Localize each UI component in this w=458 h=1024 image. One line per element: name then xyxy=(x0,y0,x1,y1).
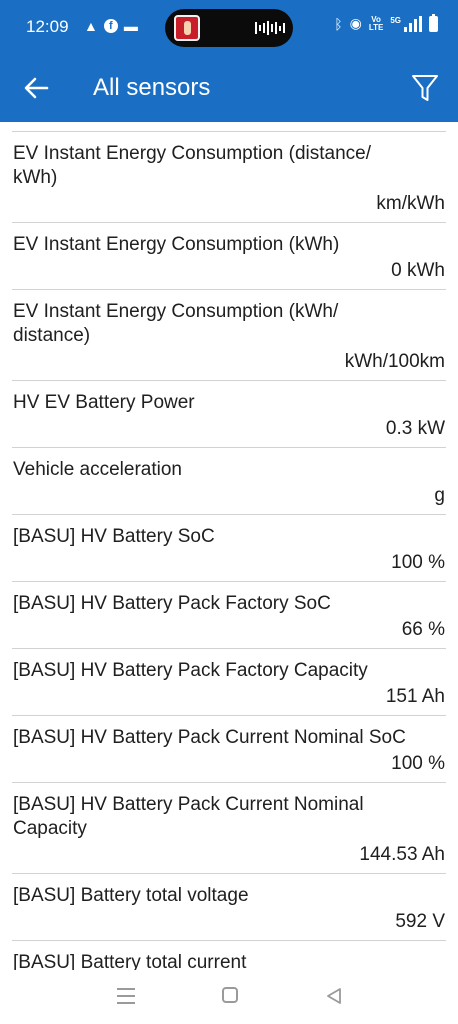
sensor-item[interactable]: Vehicle acceleration g xyxy=(0,448,458,515)
media-thumbnail xyxy=(174,15,200,41)
sensor-name: [BASU] Battery total voltage xyxy=(13,885,249,906)
sensor-name: [BASU] HV Battery SoC xyxy=(13,526,215,547)
back-button[interactable] xyxy=(325,987,343,1005)
sensor-value: 100 % xyxy=(391,753,445,774)
system-navigation-bar xyxy=(0,970,458,1024)
location-icon: ◉ xyxy=(349,15,362,31)
status-right-icons: ᛒ ◉ Vo LTE 5G xyxy=(334,13,438,32)
sensor-item[interactable]: EV Instant Energy Consumption (kWh/ dist… xyxy=(0,290,458,381)
sensor-item[interactable]: HV EV Battery Power 0.3 kW xyxy=(0,381,458,448)
sensor-value: g xyxy=(434,485,445,506)
audio-wave-icon xyxy=(255,21,285,35)
sensor-item[interactable]: [BASU] HV Battery SoC 100 % xyxy=(0,515,458,582)
battery-icon xyxy=(429,13,438,32)
sensor-name: EV Instant Energy Consumption (kWh) xyxy=(13,234,340,255)
page-title: All sensors xyxy=(93,74,211,101)
volte-icon: Vo LTE xyxy=(368,15,384,32)
arrow-left-icon[interactable] xyxy=(20,72,52,104)
sensor-value: 100 % xyxy=(391,552,445,573)
sensor-name: [BASU] HV Battery Pack Current Nominal C… xyxy=(13,794,364,839)
sensor-item[interactable]: EV Instant Energy Consumption (kWh) 0 kWh xyxy=(0,223,458,290)
sensor-name: [BASU] HV Battery Pack Factory Capacity xyxy=(13,660,368,681)
sensor-value: 0 kWh xyxy=(391,260,445,281)
recent-apps-button[interactable] xyxy=(117,988,135,1004)
sensor-item[interactable]: [BASU] Battery total current xyxy=(0,941,458,970)
sensor-name: EV Instant Energy Consumption (kWh/ dist… xyxy=(13,301,339,346)
sensor-value: 592 V xyxy=(395,911,445,932)
sensor-name: EV Instant Energy Consumption (distance/… xyxy=(13,143,372,188)
sensor-item[interactable]: [BASU] HV Battery Pack Factory Capacity 1… xyxy=(0,649,458,716)
app-bar: All sensors xyxy=(0,56,458,122)
sensor-name: [BASU] HV Battery Pack Factory SoC xyxy=(13,593,331,614)
sensor-item[interactable]: [BASU] HV Battery Pack Factory SoC 66 % xyxy=(0,582,458,649)
sensor-item[interactable]: EV Instant Energy Consumption (distance/… xyxy=(0,132,458,223)
sensor-item[interactable]: [BASU] Battery total voltage 592 V xyxy=(0,874,458,941)
bluetooth-icon: ᛒ xyxy=(334,15,343,32)
signal-icon: 5G xyxy=(390,15,422,32)
notification-icons: ▲ f ▬ xyxy=(84,18,138,34)
filter-icon[interactable] xyxy=(410,72,440,104)
sensor-list[interactable]: EV Instant Energy Consumption (distance/… xyxy=(0,122,458,970)
sensor-name: Vehicle acceleration xyxy=(13,459,182,480)
home-button[interactable] xyxy=(222,987,238,1003)
status-time: 12:09 xyxy=(26,17,69,36)
sensor-name: HV EV Battery Power xyxy=(13,392,195,413)
sensor-value: km/kWh xyxy=(376,193,445,214)
sensor-value: 0.3 kW xyxy=(385,418,445,439)
sensor-name: [BASU] Battery total current xyxy=(13,952,247,970)
status-bar: 12:09 ▲ f ▬ ᛒ ◉ Vo LTE 5G xyxy=(0,0,458,56)
navigation-arrow-icon: ▲ xyxy=(84,18,98,34)
car-icon: ▬ xyxy=(123,18,138,34)
volte-bottom-label: LTE xyxy=(368,22,384,32)
sensor-item[interactable]: [BASU] HV Battery Pack Current Nominal S… xyxy=(0,716,458,783)
sensor-value: 144.53 Ah xyxy=(359,844,445,865)
sensor-name: [BASU] HV Battery Pack Current Nominal S… xyxy=(13,727,406,748)
dynamic-island[interactable] xyxy=(165,9,293,47)
sensor-value: kWh/100km xyxy=(344,351,445,372)
facebook-icon: f xyxy=(103,19,118,33)
sensor-item[interactable]: [BASU] HV Battery Pack Current Nominal C… xyxy=(0,783,458,874)
sensor-value: 66 % xyxy=(401,619,445,640)
sensor-value: 151 Ah xyxy=(385,686,445,707)
network-type-label: 5G xyxy=(390,15,401,25)
